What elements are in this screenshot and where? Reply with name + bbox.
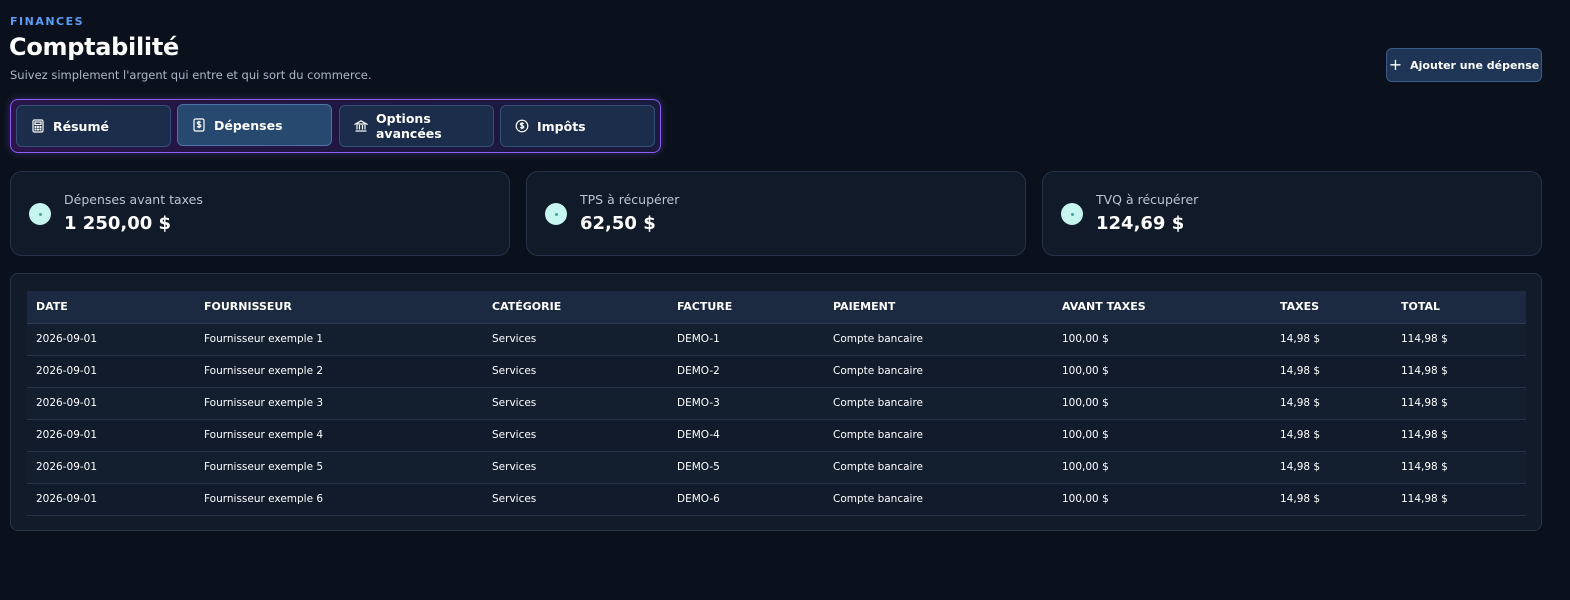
column-header[interactable]: TOTAL (1392, 291, 1526, 324)
table-cell: 14,98 $ (1271, 483, 1392, 516)
table-cell: Compte bancaire (824, 483, 1053, 516)
bank-icon (354, 120, 368, 132)
table-cell: Compte bancaire (824, 387, 1053, 420)
table-cell: 2026-09-01 (27, 387, 195, 420)
table-cell: 14,98 $ (1271, 323, 1392, 356)
table-cell: 2026-09-01 (27, 323, 195, 356)
table-cell: Compte bancaire (824, 419, 1053, 452)
table-cell: Compte bancaire (824, 355, 1053, 388)
table-row[interactable]: 2026-09-01 Fournisseur exemple 3 Service… (27, 387, 1526, 420)
table-header-row: DATE FOURNISSEUR CATÉGORIE FACTURE PAIEM… (27, 291, 1526, 324)
plus-icon: + (1388, 55, 1403, 74)
table-cell: 14,98 $ (1271, 355, 1392, 388)
table-row[interactable]: 2026-09-01 Fournisseur exemple 4 Service… (27, 419, 1526, 452)
table-cell: Services (483, 387, 668, 420)
table-cell: Fournisseur exemple 3 (195, 387, 483, 420)
table-cell: 100,00 $ (1053, 387, 1271, 420)
column-header[interactable]: TAXES (1271, 291, 1392, 324)
tab-label: Dépenses (214, 117, 283, 133)
table-cell: 2026-09-01 (27, 355, 195, 388)
column-header[interactable]: PAIEMENT (824, 291, 1053, 324)
expenses-table-container: DATE FOURNISSEUR CATÉGORIE FACTURE PAIEM… (10, 273, 1542, 531)
table-cell: Fournisseur exemple 4 (195, 419, 483, 452)
summary-value: 124,69 $ (1096, 213, 1185, 234)
table-cell: 114,98 $ (1392, 355, 1526, 388)
table-cell: DEMO-4 (668, 419, 824, 452)
summary-value: 62,50 $ (580, 213, 656, 234)
column-header[interactable]: DATE (27, 291, 195, 324)
table-cell: 100,00 $ (1053, 451, 1271, 484)
calculator-icon (32, 119, 44, 133)
dollar-circle-icon (515, 119, 529, 133)
expenses-table: DATE FOURNISSEUR CATÉGORIE FACTURE PAIEM… (27, 291, 1526, 516)
table-cell: DEMO-3 (668, 387, 824, 420)
tab-label: Impôts (537, 118, 586, 134)
table-row[interactable]: 2026-09-01 Fournisseur exemple 6 Service… (27, 483, 1526, 516)
tab-resume[interactable]: Résumé (16, 105, 171, 147)
table-cell: 114,98 $ (1392, 483, 1526, 516)
tab-options-avancees[interactable]: Options avancées (339, 105, 494, 147)
table-cell: Services (483, 355, 668, 388)
table-row[interactable]: 2026-09-01 Fournisseur exemple 5 Service… (27, 451, 1526, 484)
page-title: Comptabilité (9, 33, 179, 61)
page-eyebrow: FINANCES (10, 15, 85, 28)
table-cell: 14,98 $ (1271, 419, 1392, 452)
tab-bar: Résumé Dépenses Options avancées Impôts (10, 99, 661, 153)
table-cell: 2026-09-01 (27, 483, 195, 516)
status-dot-icon (545, 203, 567, 225)
table-cell: 114,98 $ (1392, 451, 1526, 484)
table-cell: 114,98 $ (1392, 323, 1526, 356)
table-cell: 2026-09-01 (27, 451, 195, 484)
table-cell: 114,98 $ (1392, 419, 1526, 452)
summary-label: TVQ à récupérer (1096, 192, 1199, 207)
table-cell: Services (483, 419, 668, 452)
table-cell: 2026-09-01 (27, 419, 195, 452)
table-cell: Compte bancaire (824, 323, 1053, 356)
table-cell: Fournisseur exemple 2 (195, 355, 483, 388)
table-cell: DEMO-1 (668, 323, 824, 356)
table-cell: 100,00 $ (1053, 355, 1271, 388)
table-cell: DEMO-2 (668, 355, 824, 388)
table-cell: Fournisseur exemple 5 (195, 451, 483, 484)
status-dot-icon (1061, 203, 1083, 225)
summary-value: 1 250,00 $ (64, 213, 172, 234)
tab-impots[interactable]: Impôts (500, 105, 655, 147)
add-expense-label: Ajouter une dépense (1410, 58, 1540, 72)
summary-card-tps: TPS à récupérer 62,50 $ (526, 171, 1026, 256)
table-cell: DEMO-6 (668, 483, 824, 516)
summary-card-depenses: Dépenses avant taxes 1 250,00 $ (10, 171, 510, 256)
table-cell: Fournisseur exemple 1 (195, 323, 483, 356)
table-cell: 14,98 $ (1271, 387, 1392, 420)
tab-label: Options avancées (376, 111, 442, 141)
page-subtitle: Suivez simplement l'argent qui entre et … (10, 68, 372, 82)
table-cell: Services (483, 483, 668, 516)
column-header[interactable]: AVANT TAXES (1053, 291, 1271, 324)
add-expense-button[interactable]: + Ajouter une dépense (1386, 48, 1542, 82)
table-cell: 14,98 $ (1271, 451, 1392, 484)
summary-label: TPS à récupérer (580, 192, 680, 207)
tab-label: Résumé (53, 118, 109, 134)
status-dot-icon (29, 203, 51, 225)
table-cell: Services (483, 323, 668, 356)
table-cell: 100,00 $ (1053, 323, 1271, 356)
table-cell: Compte bancaire (824, 451, 1053, 484)
receipt-dollar-icon (193, 118, 205, 132)
summary-card-tvq: TVQ à récupérer 124,69 $ (1042, 171, 1542, 256)
summary-label: Dépenses avant taxes (64, 192, 203, 207)
table-cell: DEMO-5 (668, 451, 824, 484)
column-header[interactable]: FACTURE (668, 291, 824, 324)
table-cell: 114,98 $ (1392, 387, 1526, 420)
table-cell: 100,00 $ (1053, 483, 1271, 516)
tab-depenses[interactable]: Dépenses (177, 104, 332, 146)
column-header[interactable]: FOURNISSEUR (195, 291, 483, 324)
column-header[interactable]: CATÉGORIE (483, 291, 668, 324)
table-cell: Fournisseur exemple 6 (195, 483, 483, 516)
table-cell: Services (483, 451, 668, 484)
table-row[interactable]: 2026-09-01 Fournisseur exemple 2 Service… (27, 355, 1526, 388)
table-row[interactable]: 2026-09-01 Fournisseur exemple 1 Service… (27, 323, 1526, 356)
table-cell: 100,00 $ (1053, 419, 1271, 452)
